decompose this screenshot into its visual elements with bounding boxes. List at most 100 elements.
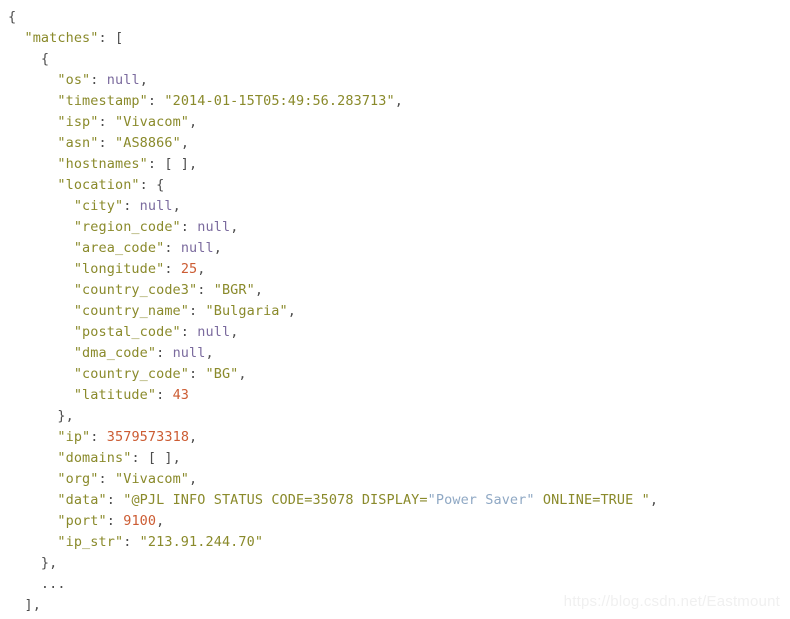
token-punct: : [ ], xyxy=(131,450,181,466)
token-punct: ], xyxy=(24,597,41,613)
token-key: "country_name" xyxy=(73,303,190,319)
token-string: "Vivacom" xyxy=(114,114,190,130)
token-punct: : xyxy=(106,492,124,508)
code-line: }, xyxy=(0,553,790,574)
json-code-block[interactable]: { "matches": [ { "os": null, "timestamp"… xyxy=(0,7,790,616)
token-punct: , xyxy=(189,114,198,130)
code-line: "latitude": 43 xyxy=(0,385,790,406)
token-key: "os" xyxy=(57,72,91,88)
token-punct: }, xyxy=(40,555,58,571)
token-punct: : xyxy=(197,282,214,298)
code-line: { xyxy=(0,49,790,70)
token-punct: : [ ], xyxy=(147,156,198,172)
token-punct: : xyxy=(98,135,115,151)
token-punct: : xyxy=(98,114,115,130)
token-punct: : xyxy=(189,303,206,319)
token-punct: , xyxy=(649,492,659,508)
code-line: "port": 9100, xyxy=(0,511,790,532)
token-string: "AS8866" xyxy=(114,135,181,151)
code-line: "isp": "Vivacom", xyxy=(0,112,790,133)
token-punct: , xyxy=(213,240,222,256)
token-punct: , xyxy=(254,282,264,298)
token-punct: , xyxy=(287,303,296,319)
token-key: "city" xyxy=(73,198,124,214)
token-key: "hostnames" xyxy=(57,156,148,172)
token-key: "ip_str" xyxy=(57,534,124,550)
token-punct: : xyxy=(123,198,140,214)
token-punct: , xyxy=(230,219,239,235)
token-punct: : xyxy=(164,261,181,277)
token-key: "port" xyxy=(57,513,107,529)
token-punct: , xyxy=(189,471,198,487)
token-punct: , xyxy=(139,72,148,88)
token-punct: : xyxy=(164,240,181,256)
code-line: "ip": 3579573318, xyxy=(0,427,790,448)
token-punct: { xyxy=(8,9,17,25)
token-punct: , xyxy=(230,324,239,340)
token-number: 9100 xyxy=(123,513,157,529)
token-key: "matches" xyxy=(24,30,99,46)
code-line: }, xyxy=(0,406,790,427)
token-punct: }, xyxy=(57,408,74,424)
token-string: "BG" xyxy=(205,366,239,382)
code-line: "city": null, xyxy=(0,196,790,217)
token-string: "BGR" xyxy=(213,282,255,298)
token-string: ONLINE=TRUE " xyxy=(534,492,650,508)
token-key: "isp" xyxy=(57,114,99,130)
watermark-text: https://blog.csdn.net/Eastmount xyxy=(563,593,780,610)
token-key: "country_code" xyxy=(73,366,190,382)
token-null: null xyxy=(106,72,140,88)
token-punct: , xyxy=(189,429,198,445)
json-code-viewer[interactable]: { "matches": [ { "os": null, "timestamp"… xyxy=(0,0,790,619)
code-line: "country_code3": "BGR", xyxy=(0,280,790,301)
token-key: "location" xyxy=(57,177,140,193)
token-key: "ip" xyxy=(57,429,91,445)
token-number: 25 xyxy=(180,261,198,277)
token-null: null xyxy=(139,198,173,214)
code-line: "data": "@PJL INFO STATUS CODE=35078 DIS… xyxy=(0,490,790,511)
token-punct: , xyxy=(156,513,165,529)
code-line: "os": null, xyxy=(0,70,790,91)
token-string: "@PJL INFO STATUS CODE=35078 DISPLAY= xyxy=(123,492,428,508)
token-punct: : xyxy=(106,513,124,529)
token-string: "213.91.244.70" xyxy=(139,534,264,550)
code-line: { xyxy=(0,7,790,28)
token-punct: , xyxy=(180,135,190,151)
token-string: "Bulgaria" xyxy=(205,303,288,319)
token-string: "Vivacom" xyxy=(114,471,190,487)
token-punct: , xyxy=(205,345,214,361)
token-punct: : xyxy=(90,429,107,445)
code-line: "timestamp": "2014-01-15T05:49:56.283713… xyxy=(0,91,790,112)
code-line: "country_code": "BG", xyxy=(0,364,790,385)
code-line: "hostnames": [ ], xyxy=(0,154,790,175)
token-number: 43 xyxy=(172,387,190,403)
code-line: "org": "Vivacom", xyxy=(0,469,790,490)
token-null: null xyxy=(172,345,206,361)
token-number: 3579573318 xyxy=(106,429,190,445)
token-inner: "Power Saver" xyxy=(427,492,535,508)
code-line: "domains": [ ], xyxy=(0,448,790,469)
